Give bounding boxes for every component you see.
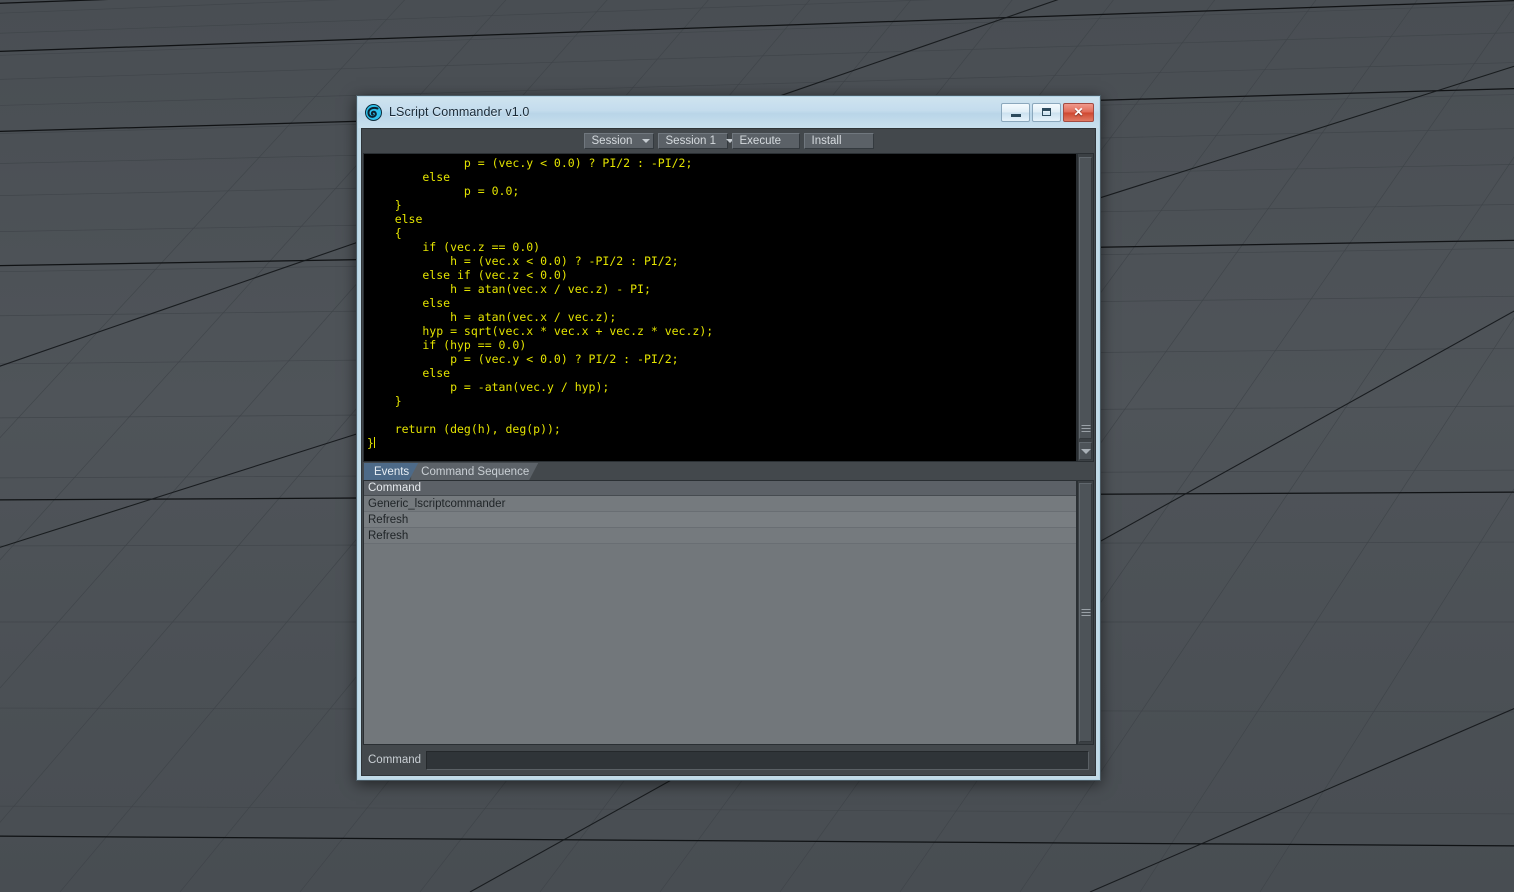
- code-text: p = (vec.y < 0.0) ? PI/2 : -PI/2; else p…: [367, 156, 714, 450]
- window-client-area: Session Session 1 Execute Install p = (v…: [361, 128, 1096, 776]
- editor-scrollbar-thumb[interactable]: [1079, 157, 1092, 439]
- list-item-label: Refresh: [368, 513, 409, 526]
- events-list[interactable]: Command Generic_lscriptcommander Refresh…: [363, 480, 1077, 745]
- close-icon: ✕: [1073, 105, 1084, 119]
- lightwave-swirl-icon: [365, 103, 382, 121]
- text-caret: [373, 437, 375, 448]
- grip-icon: [1081, 608, 1090, 618]
- events-list-region: Command Generic_lscriptcommander Refresh…: [363, 480, 1094, 745]
- command-label: Command: [368, 754, 422, 766]
- list-item[interactable]: Generic_lscriptcommander: [364, 496, 1076, 512]
- chevron-down-icon: [642, 139, 651, 143]
- close-button[interactable]: ✕: [1063, 102, 1094, 122]
- code-editor-region: p = (vec.y < 0.0) ? PI/2 : -PI/2; else p…: [363, 153, 1094, 462]
- lscript-commander-window: LScript Commander v1.0 ✕ Session Session…: [356, 95, 1101, 781]
- list-vertical-scrollbar[interactable]: [1077, 480, 1094, 745]
- grip-icon: [1081, 425, 1090, 434]
- session-select[interactable]: Session 1: [657, 133, 735, 149]
- install-button[interactable]: Install: [803, 133, 874, 149]
- minimize-icon: [1010, 113, 1021, 117]
- session-dropdown[interactable]: Session: [583, 133, 654, 149]
- tab-command-sequence-label: Command Sequence: [421, 465, 530, 478]
- session-select-label: Session 1: [665, 135, 717, 147]
- chevron-down-icon: [1080, 448, 1091, 454]
- code-editor[interactable]: p = (vec.y < 0.0) ? PI/2 : -PI/2; else p…: [363, 153, 1077, 462]
- toolbar: Session Session 1 Execute Install: [362, 129, 1095, 151]
- column-header-command: Command: [368, 482, 422, 494]
- command-bar: Command: [363, 746, 1094, 774]
- tab-events-label: Events: [374, 465, 410, 478]
- list-item-label: Refresh: [368, 529, 409, 542]
- window-title: LScript Commander v1.0: [389, 105, 530, 119]
- list-scrollbar-thumb[interactable]: [1079, 483, 1092, 742]
- execute-button[interactable]: Execute: [731, 133, 800, 149]
- tab-command-sequence[interactable]: Command Sequence: [411, 463, 538, 480]
- execute-label: Execute: [739, 135, 782, 147]
- list-item[interactable]: Refresh: [364, 528, 1076, 544]
- tab-events[interactable]: Events: [364, 463, 418, 480]
- window-titlebar[interactable]: LScript Commander v1.0 ✕: [357, 96, 1100, 128]
- command-input[interactable]: [426, 750, 1089, 770]
- editor-vertical-scrollbar[interactable]: [1077, 153, 1094, 462]
- panel-tabs: Events Command Sequence: [364, 463, 531, 480]
- install-label: Install: [811, 135, 842, 147]
- maximize-button[interactable]: [1032, 102, 1061, 122]
- list-column-header: Command: [364, 481, 1076, 496]
- minimize-button[interactable]: [1001, 102, 1030, 122]
- editor-scroll-down-button[interactable]: [1079, 442, 1092, 460]
- list-item[interactable]: Refresh: [364, 512, 1076, 528]
- maximize-icon: [1042, 108, 1051, 116]
- list-item-label: Generic_lscriptcommander: [368, 497, 506, 510]
- session-dropdown-label: Session: [591, 135, 633, 147]
- window-controls: ✕: [1001, 102, 1094, 122]
